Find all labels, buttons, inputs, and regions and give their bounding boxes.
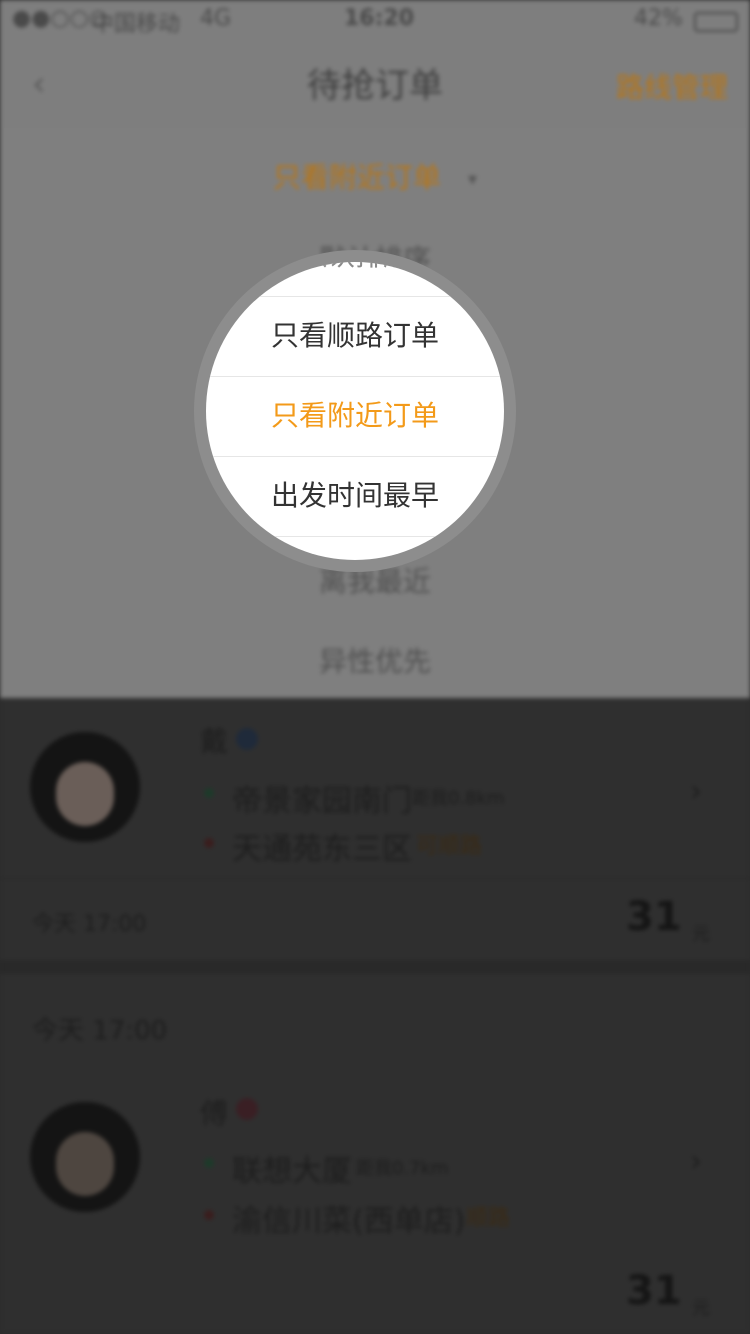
current-filter[interactable]: 只看附近订单 ▾	[0, 156, 750, 196]
start-location: 联想大厦	[232, 1154, 352, 1189]
order-price: 31	[626, 894, 682, 940]
avatar	[30, 732, 140, 842]
end-dot-icon	[204, 1210, 214, 1220]
route-manage-button[interactable]: 路线管理	[616, 66, 728, 106]
start-location: 帝景家园南门	[232, 784, 412, 819]
start-distance: 距我0.7km	[356, 1158, 449, 1179]
end-dot-icon	[204, 838, 214, 848]
passenger-name: 傅	[200, 1097, 229, 1130]
route-tag: 顺路	[466, 1206, 511, 1231]
passenger-name: 戴	[200, 725, 229, 758]
end-location: 渝信川菜(西单店)	[232, 1204, 466, 1239]
start-dot-icon	[204, 1158, 214, 1168]
chevron-right-icon[interactable]: ›	[690, 774, 702, 809]
chevron-right-icon[interactable]: ›	[690, 1144, 702, 1179]
order-time-left: 今天 17:00	[32, 912, 147, 937]
gender-female-icon	[236, 1098, 258, 1120]
current-filter-label: 只看附近订单	[273, 161, 442, 194]
gender-male-icon	[236, 728, 258, 750]
order-list: 戴 帝景家园南门 距我0.8km › 天通苑东三区 可顺路 今天 17:00 3…	[0, 698, 750, 1334]
price-unit: 元	[692, 1298, 710, 1319]
start-distance: 距我0.8km	[412, 788, 505, 809]
carrier-name: 中国移动	[92, 12, 181, 37]
avatar	[30, 1102, 140, 1212]
lens-option-nearby-selected[interactable]: 只看附近订单	[206, 376, 504, 456]
caret-down-icon: ▾	[467, 168, 477, 190]
network-type: 4G	[200, 6, 232, 31]
end-location: 天通苑东三区	[232, 832, 412, 867]
lens-option-same-route[interactable]: 只看顺路订单	[206, 296, 504, 376]
status-bar: ●●○○○ 中国移动 4G 16:20 42%	[0, 0, 750, 40]
background-app: ●●○○○ 中国移动 4G 16:20 42% ‹ 待抢订单 路线管理 只看附近…	[0, 0, 750, 1334]
nav-bar: ‹ 待抢订单 路线管理	[0, 40, 750, 128]
price-unit: 元	[692, 924, 710, 945]
battery-percent: 42%	[634, 6, 683, 31]
magnifier-lens: 默认排序 只看顺路订单 只看附近订单 出发时间最早	[206, 262, 504, 560]
order-price: 31	[626, 1268, 682, 1314]
lens-row-partial: 默认排序	[206, 262, 504, 296]
route-tag: 可顺路	[416, 834, 483, 859]
lens-option-earliest[interactable]: 出发时间最早	[206, 456, 504, 536]
section-date: 今天 17:00	[32, 1016, 168, 1046]
battery-icon	[694, 12, 738, 32]
option-opposite-gender[interactable]: 异性优先	[0, 640, 750, 680]
start-dot-icon	[204, 788, 214, 798]
status-time: 16:20	[344, 6, 415, 31]
